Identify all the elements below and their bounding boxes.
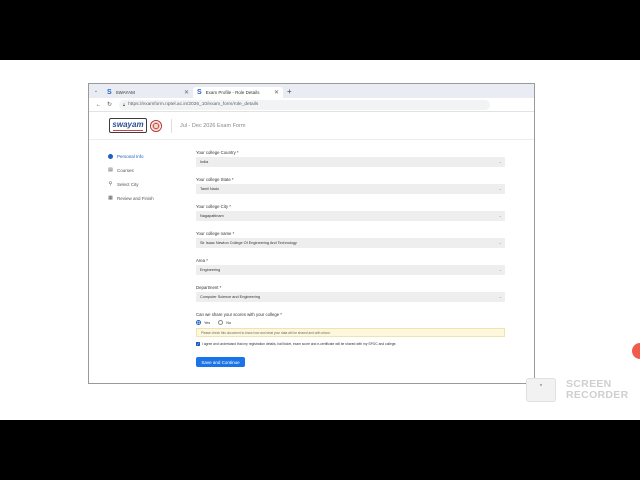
chevron-down-icon: ⌄ bbox=[498, 159, 502, 164]
field-label: Your college City * bbox=[196, 204, 231, 209]
user-icon bbox=[108, 153, 113, 159]
chevron-down-icon: ⌄ bbox=[498, 294, 502, 299]
emblem-icon bbox=[150, 119, 162, 132]
tab-title: Exam Profile - Role Details bbox=[205, 90, 260, 95]
select-value: Computer Science and Engineering bbox=[200, 295, 260, 299]
select-value: Engineering bbox=[200, 268, 221, 272]
area-field: Area * Engineering ⌄ bbox=[196, 258, 505, 275]
city-field: Your college City * Nagapattinam ⌄ bbox=[196, 204, 505, 221]
sidebar-item-select-city[interactable]: ⚲ Select City bbox=[108, 177, 188, 191]
list-icon: ▦ bbox=[108, 195, 113, 201]
swayam-logo[interactable]: swayam bbox=[109, 118, 162, 133]
city-select[interactable]: Nagapattinam ⌄ bbox=[196, 211, 505, 221]
share-yes-option[interactable]: Yes bbox=[196, 320, 210, 325]
sidebar-item-courses[interactable]: ▤ Courses bbox=[108, 163, 188, 177]
data-sharing-notice: Please check this document to know how a… bbox=[196, 328, 505, 337]
recorder-dot-icon[interactable] bbox=[632, 343, 640, 359]
tab-swayam[interactable]: S SWAYAM ✕ bbox=[103, 87, 193, 98]
lock-icon: 🔒︎ bbox=[123, 102, 126, 107]
watermark-line2: RECORDER bbox=[566, 389, 629, 401]
college-name-field: Your college name * Sir Isaac Newton Col… bbox=[196, 231, 505, 248]
area-select[interactable]: Engineering ⌄ bbox=[196, 265, 505, 275]
share-no-option[interactable]: No bbox=[218, 320, 231, 325]
consent-row: ✓ I agree and understand that my registr… bbox=[196, 342, 505, 346]
close-icon[interactable]: ✕ bbox=[274, 89, 279, 96]
radio-no[interactable] bbox=[218, 320, 224, 325]
sidebar: Personal Info ▤ Courses ⚲ Select City ▦ … bbox=[108, 149, 188, 205]
radio-label: No bbox=[226, 320, 232, 325]
recorder-logo-icon: ● bbox=[526, 378, 556, 402]
save-and-continue-button[interactable]: Save and Continue bbox=[196, 357, 245, 367]
select-value: Sir Isaac Newton College Of Engineering … bbox=[200, 241, 297, 245]
logo-text: swayam bbox=[112, 119, 144, 129]
sidebar-item-label: Review and Finish bbox=[117, 195, 154, 201]
screen-area: ⌄ S SWAYAM ✕ S Exam Profile - Role Detai… bbox=[0, 60, 640, 420]
sidebar-item-label: Select City bbox=[117, 181, 139, 187]
browser-window: ⌄ S SWAYAM ✕ S Exam Profile - Role Detai… bbox=[88, 83, 535, 384]
chevron-down-icon: ⌄ bbox=[498, 186, 502, 191]
department-select[interactable]: Computer Science and Engineering ⌄ bbox=[196, 292, 505, 302]
college-name-select[interactable]: Sir Isaac Newton College Of Engineering … bbox=[196, 238, 505, 248]
swayam-favicon-icon: S bbox=[197, 89, 202, 96]
page-title: Jul - Dec 2026 Exam Form bbox=[180, 122, 246, 129]
country-select[interactable]: India ⌄ bbox=[196, 157, 505, 167]
swayam-favicon-icon: S bbox=[107, 89, 112, 96]
address-bar: ← ↻ 🔒︎ https://examform.nptel.ac.in/2026… bbox=[89, 98, 534, 112]
url-text: https://examform.nptel.ac.in/2026_10/exa… bbox=[128, 102, 259, 107]
tab-list-icon[interactable]: ⌄ bbox=[89, 88, 103, 94]
state-field: Your college State * Tamil Nadu ⌄ bbox=[196, 177, 505, 194]
tab-exam-profile[interactable]: S Exam Profile - Role Details ✕ bbox=[193, 87, 283, 98]
field-label: Your college Country * bbox=[196, 150, 239, 155]
url-field[interactable]: 🔒︎ https://examform.nptel.ac.in/2026_10/… bbox=[119, 99, 490, 110]
state-select[interactable]: Tamil Nadu ⌄ bbox=[196, 184, 505, 194]
tab-title: SWAYAM bbox=[115, 90, 135, 95]
reload-icon[interactable]: ↻ bbox=[104, 101, 115, 108]
location-pin-icon: ⚲ bbox=[108, 181, 113, 187]
select-value: Tamil Nadu bbox=[200, 187, 219, 191]
radio-yes[interactable] bbox=[196, 320, 201, 325]
select-value: Nagapattinam bbox=[200, 214, 224, 218]
screen-recorder-watermark: ● SCREEN RECORDER bbox=[526, 378, 629, 402]
field-label: Area * bbox=[196, 258, 208, 263]
new-tab-button[interactable]: + bbox=[287, 87, 292, 96]
sidebar-item-personal-info[interactable]: Personal Info bbox=[108, 149, 188, 163]
exam-form: Your college Country * India ⌄ Your coll… bbox=[196, 150, 505, 367]
close-icon[interactable]: ✕ bbox=[184, 89, 189, 96]
chevron-down-icon: ⌄ bbox=[498, 213, 502, 218]
select-value: India bbox=[200, 160, 209, 164]
sidebar-item-label: Courses bbox=[117, 167, 134, 173]
field-label: Department * bbox=[196, 285, 222, 290]
consent-checkbox[interactable]: ✓ bbox=[196, 342, 200, 346]
sidebar-item-review-and-finish[interactable]: ▦ Review and Finish bbox=[108, 191, 188, 205]
chevron-down-icon: ⌄ bbox=[498, 267, 502, 272]
consent-text: I agree and understand that my registrat… bbox=[202, 342, 397, 346]
field-label: Your college name * bbox=[196, 231, 235, 236]
book-icon: ▤ bbox=[108, 167, 113, 173]
tab-bar: ⌄ S SWAYAM ✕ S Exam Profile - Role Detai… bbox=[89, 84, 534, 98]
department-field: Department * Computer Science and Engine… bbox=[196, 285, 505, 302]
country-field: Your college Country * India ⌄ bbox=[196, 150, 505, 167]
radio-label: Yes bbox=[204, 320, 211, 325]
site-header: swayam Jul - Dec 2026 Exam Form bbox=[89, 112, 534, 140]
sidebar-item-label: Personal Info bbox=[117, 153, 144, 159]
field-label: Your college State * bbox=[196, 177, 234, 182]
back-arrow-icon[interactable]: ← bbox=[93, 102, 104, 108]
chevron-down-icon: ⌄ bbox=[498, 240, 502, 245]
share-scores-question: Can we share your scores with your colle… bbox=[196, 312, 282, 317]
share-scores-radio-group: Yes No bbox=[196, 320, 505, 325]
